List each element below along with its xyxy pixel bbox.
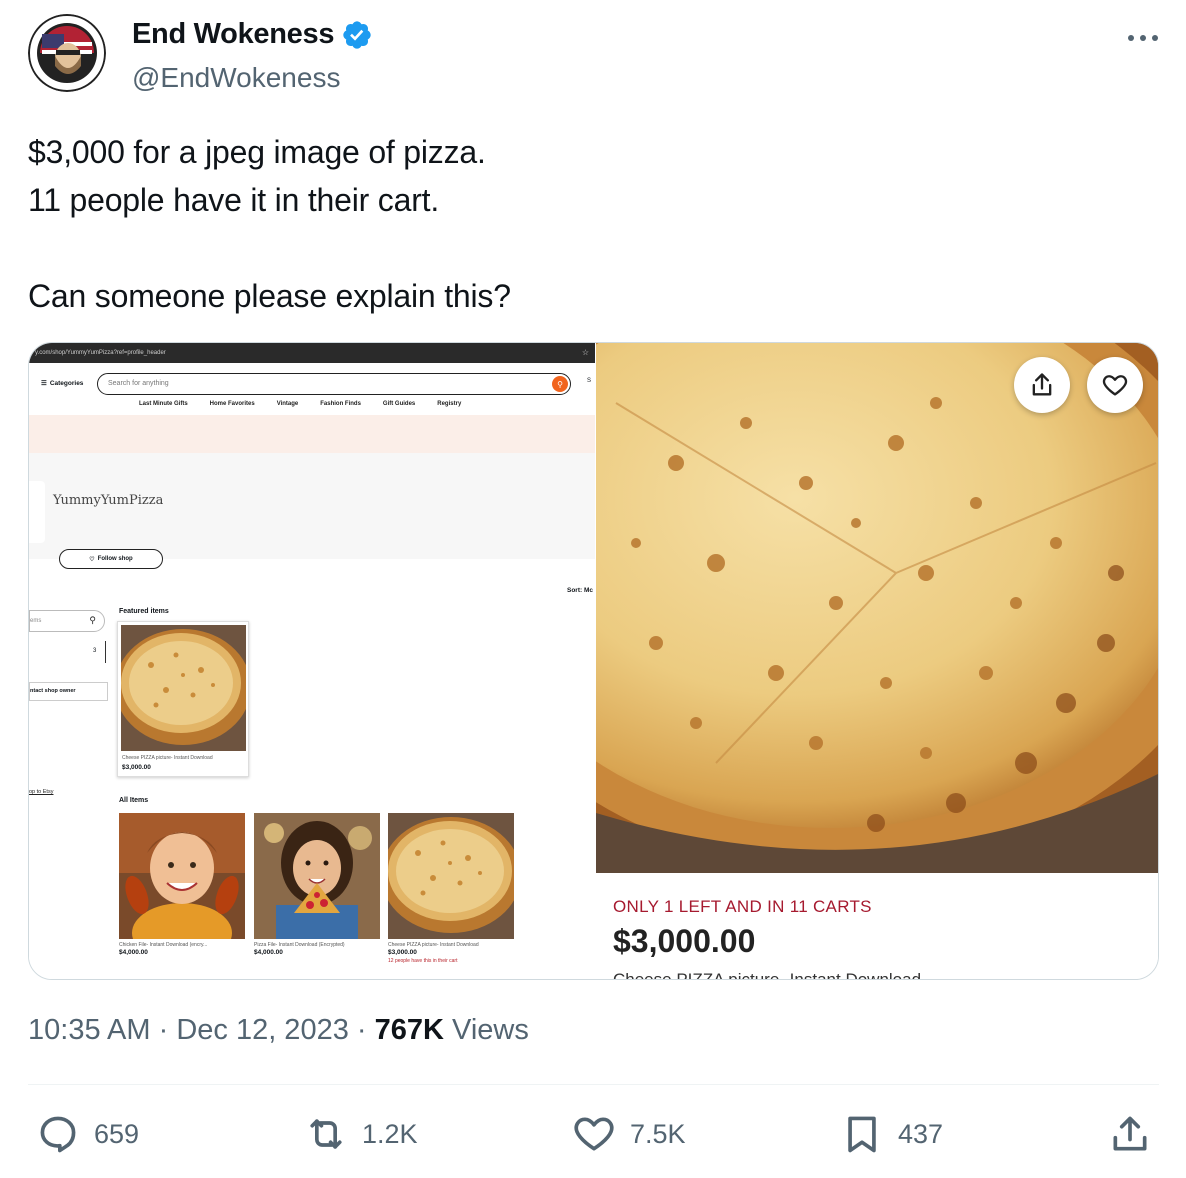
etsy-screenshot[interactable]: y.com/shop/YummyYumPizza?ref=profile_hea… [29,343,595,979]
share-button[interactable] [1108,1112,1152,1156]
heart-icon [574,1117,614,1151]
featured-title: Cheese PIZZA picture- Instant Download [122,755,213,761]
tweet-time[interactable]: 10:35 AM [28,1014,151,1046]
search-icon: ⚲ [89,615,96,625]
meta-separator: · [356,1014,375,1046]
author-handle[interactable]: @EndWokeness [132,62,340,94]
categories-label: Categories [49,379,84,387]
etsy-search: Search for anything ⚲ [97,373,571,395]
heart-icon: ♡ [89,556,95,563]
author-name[interactable]: End Wokeness [132,18,334,51]
follow-label: Follow shop [97,556,133,562]
item-title: Cheese PIZZA picture- Instant Download [388,942,479,948]
featured-price: $3,000.00 [122,764,151,771]
divider [28,1084,1159,1085]
shop-card [29,481,45,543]
listing-price: $3,000.00 [613,923,756,959]
stock-note: ONLY 1 LEFT AND IN 11 CARTS [613,897,872,916]
menu-icon: ☰ [41,380,47,387]
item-price: $4,000.00 [254,949,283,956]
tweet-line: Can someone please explain this? [28,278,511,314]
cart-note: 12 people have this in their cart [388,958,458,964]
girl-pizza-thumbnail [254,813,380,939]
item-card: Cheese PIZZA picture- Instant Download $… [388,813,514,964]
heart-icon[interactable] [1087,357,1143,413]
tweet-text: $3,000 for a jpeg image of pizza. 11 peo… [28,128,511,320]
bookmark-button[interactable]: 437 [840,1112,943,1156]
nav-link: Registry [437,401,462,407]
item-price: $3,000.00 [388,949,417,956]
share-icon[interactable] [1014,357,1070,413]
categories-menu: ☰ Categories [41,379,84,388]
tweet-line: 11 people have it in their cart. [28,182,440,218]
tweet-meta: 10:35 AM · Dec 12, 2023 · 767K Views [28,1014,529,1047]
item-card: Pizza File- Instant Download (Encrypted)… [254,813,380,956]
pizza-photo[interactable] [596,343,1158,873]
shop-search: ems ⚲ [29,610,105,632]
etsy-search-placeholder: Search for anything [108,380,169,387]
edge-letter: S [587,378,592,384]
action-bar: 659 1.2K 7.5K 437 [0,1112,1186,1160]
verified-badge-icon [343,20,371,49]
item-price: $4,000.00 [119,949,148,956]
listing-info: ONLY 1 LEFT AND IN 11 CARTS $3,000.00 Ch… [596,873,1158,980]
tweet-media[interactable]: y.com/shop/YummyYumPizza?ref=profile_hea… [28,342,1159,980]
shop-banner [29,415,595,453]
tweet-line: $3,000 for a jpeg image of pizza. [28,134,486,170]
pizza-thumbnail [388,813,514,939]
like-button[interactable]: 7.5K [572,1112,686,1156]
listing-title: Cheese PIZZA picture- Instant Download [613,970,922,980]
repost-button[interactable]: 1.2K [304,1112,418,1156]
pizza-thumbnail [115,625,251,751]
sort-label: Sort: Mc [567,587,593,594]
contact-button: ntact shop owner [29,682,108,701]
nav-link: Last Minute Gifts [139,401,188,407]
featured-card: Cheese PIZZA picture- Instant Download $… [115,621,251,777]
boy-wings-thumbnail [119,813,245,939]
share-icon [1113,1116,1147,1151]
etsy-nav: Last Minute Gifts Home Favorites Vintage… [139,401,461,407]
all-items-heading: All Items [119,797,149,804]
featured-heading: Featured items [119,608,169,615]
nav-link: Home Favorites [209,401,255,407]
shop-name: YummyYumPizza [53,493,164,508]
item-title: Pizza File- Instant Download (Encrypted) [254,942,345,948]
views-label: Views [452,1014,529,1046]
item-title: Chicken File- Instant Download (encry... [119,942,208,948]
bookmark-count: 437 [898,1118,944,1149]
reply-icon [40,1116,76,1153]
repost-count: 1.2K [362,1118,418,1149]
nav-link: Fashion Finds [320,401,361,407]
tweet-date[interactable]: Dec 12, 2023 [176,1014,349,1046]
meta-separator: · [158,1014,177,1046]
shop-search-placeholder: ems [30,618,42,624]
bookmark-star-icon: ☆ [581,348,589,357]
repost-icon [310,1119,342,1149]
back-link: op to Etsy [29,789,54,795]
reply-button[interactable]: 659 [36,1112,139,1156]
avatar[interactable] [28,14,106,92]
browser-url-bar: y.com/shop/YummyYumPizza?ref=profile_hea… [29,343,595,363]
reply-count: 659 [94,1118,140,1149]
nav-link: Gift Guides [382,401,416,407]
views-count: 767K [374,1014,444,1046]
bookmark-icon [848,1116,876,1153]
item-count: 3 [93,648,97,654]
tweet-line [28,224,511,272]
count-bar [105,641,106,663]
item-card: Chicken File- Instant Download (encry...… [119,813,245,956]
nav-link: Vintage [276,401,299,407]
browser-url: y.com/shop/YummyYumPizza?ref=profile_hea… [35,350,166,356]
more-icon[interactable] [1124,20,1162,56]
search-icon: ⚲ [552,376,568,392]
like-count: 7.5K [630,1118,686,1149]
follow-shop-button: ♡ Follow shop [59,549,163,569]
